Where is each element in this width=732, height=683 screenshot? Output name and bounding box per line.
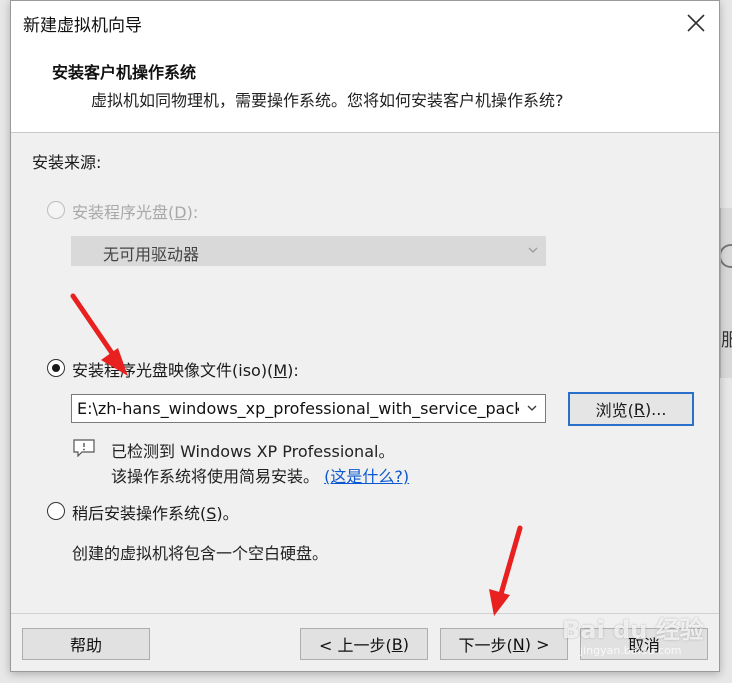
new-vm-wizard-dialog: 新建虚拟机向导 安装客户机操作系统 虚拟机如同物理机，需要操作系统。您将如何安装… <box>10 0 720 672</box>
page-subtitle: 虚拟机如同物理机，需要操作系统。您将如何安装客户机操作系统? <box>91 91 564 110</box>
iso-radio[interactable] <box>47 359 65 377</box>
drive-select-value: 无可用驱动器 <box>103 245 200 264</box>
iso-path-value[interactable]: E:\zh-hans_windows_xp_professional_with_… <box>77 399 519 418</box>
disc-option-label: 安装程序光盘(D): <box>72 203 199 222</box>
close-icon <box>687 14 705 32</box>
chevron-down-icon <box>528 247 538 253</box>
back-button[interactable]: < 上一步(B) <box>300 628 428 660</box>
iso-option-label: 安装程序光盘映像文件(iso)(M): <box>72 361 299 380</box>
browse-button[interactable]: 浏览(R)... <box>568 392 694 426</box>
baidu-watermark: Bai du 经验 <box>562 616 704 644</box>
info-icon <box>73 439 95 457</box>
window-title: 新建虚拟机向导 <box>23 16 142 36</box>
what-is-this-link[interactable]: (这是什么?) <box>324 467 409 486</box>
later-description: 创建的虚拟机将包含一个空白硬盘。 <box>72 544 329 563</box>
title-bar: 新建虚拟机向导 <box>11 1 719 45</box>
later-option-label: 稍后安装操作系统(S)。 <box>72 504 239 523</box>
baidu-watermark-url: jingyan.baidu.com <box>580 644 682 657</box>
disc-radio[interactable] <box>47 201 65 219</box>
wizard-header: 安装客户机操作系统 虚拟机如同物理机，需要操作系统。您将如何安装客户机操作系统? <box>11 45 719 133</box>
detected-os-text: 已检测到 Windows XP Professional。 <box>111 442 395 461</box>
radio-selected-dot <box>52 364 60 372</box>
help-button[interactable]: 帮助 <box>22 628 150 660</box>
background-partial-text: 服 <box>721 326 732 352</box>
install-source-label: 安装来源: <box>32 153 102 172</box>
page-title: 安装客户机操作系统 <box>52 63 197 82</box>
iso-path-combobox[interactable]: E:\zh-hans_windows_xp_professional_with_… <box>71 394 546 423</box>
easy-install-line: 该操作系统将使用简易安装。 (这是什么?) <box>111 463 409 487</box>
later-radio[interactable] <box>47 502 65 520</box>
background-arrow-icon <box>721 244 732 268</box>
next-button[interactable]: 下一步(N) > <box>440 628 568 660</box>
easy-install-text: 该操作系统将使用简易安装。 <box>111 467 320 486</box>
close-button[interactable] <box>673 1 719 45</box>
drive-select[interactable]: 无可用驱动器 <box>71 236 546 266</box>
chevron-down-icon[interactable] <box>527 403 537 413</box>
background-window-edge: 服 <box>720 208 732 378</box>
